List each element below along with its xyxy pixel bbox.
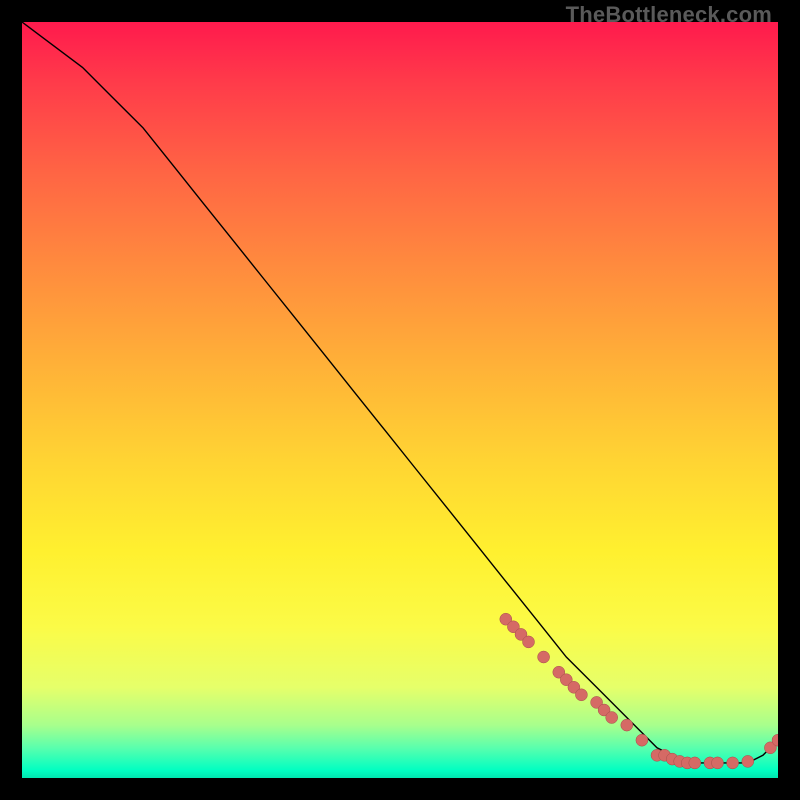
gradient-plot-area (22, 22, 778, 778)
watermark-text: TheBottleneck.com (566, 2, 772, 28)
